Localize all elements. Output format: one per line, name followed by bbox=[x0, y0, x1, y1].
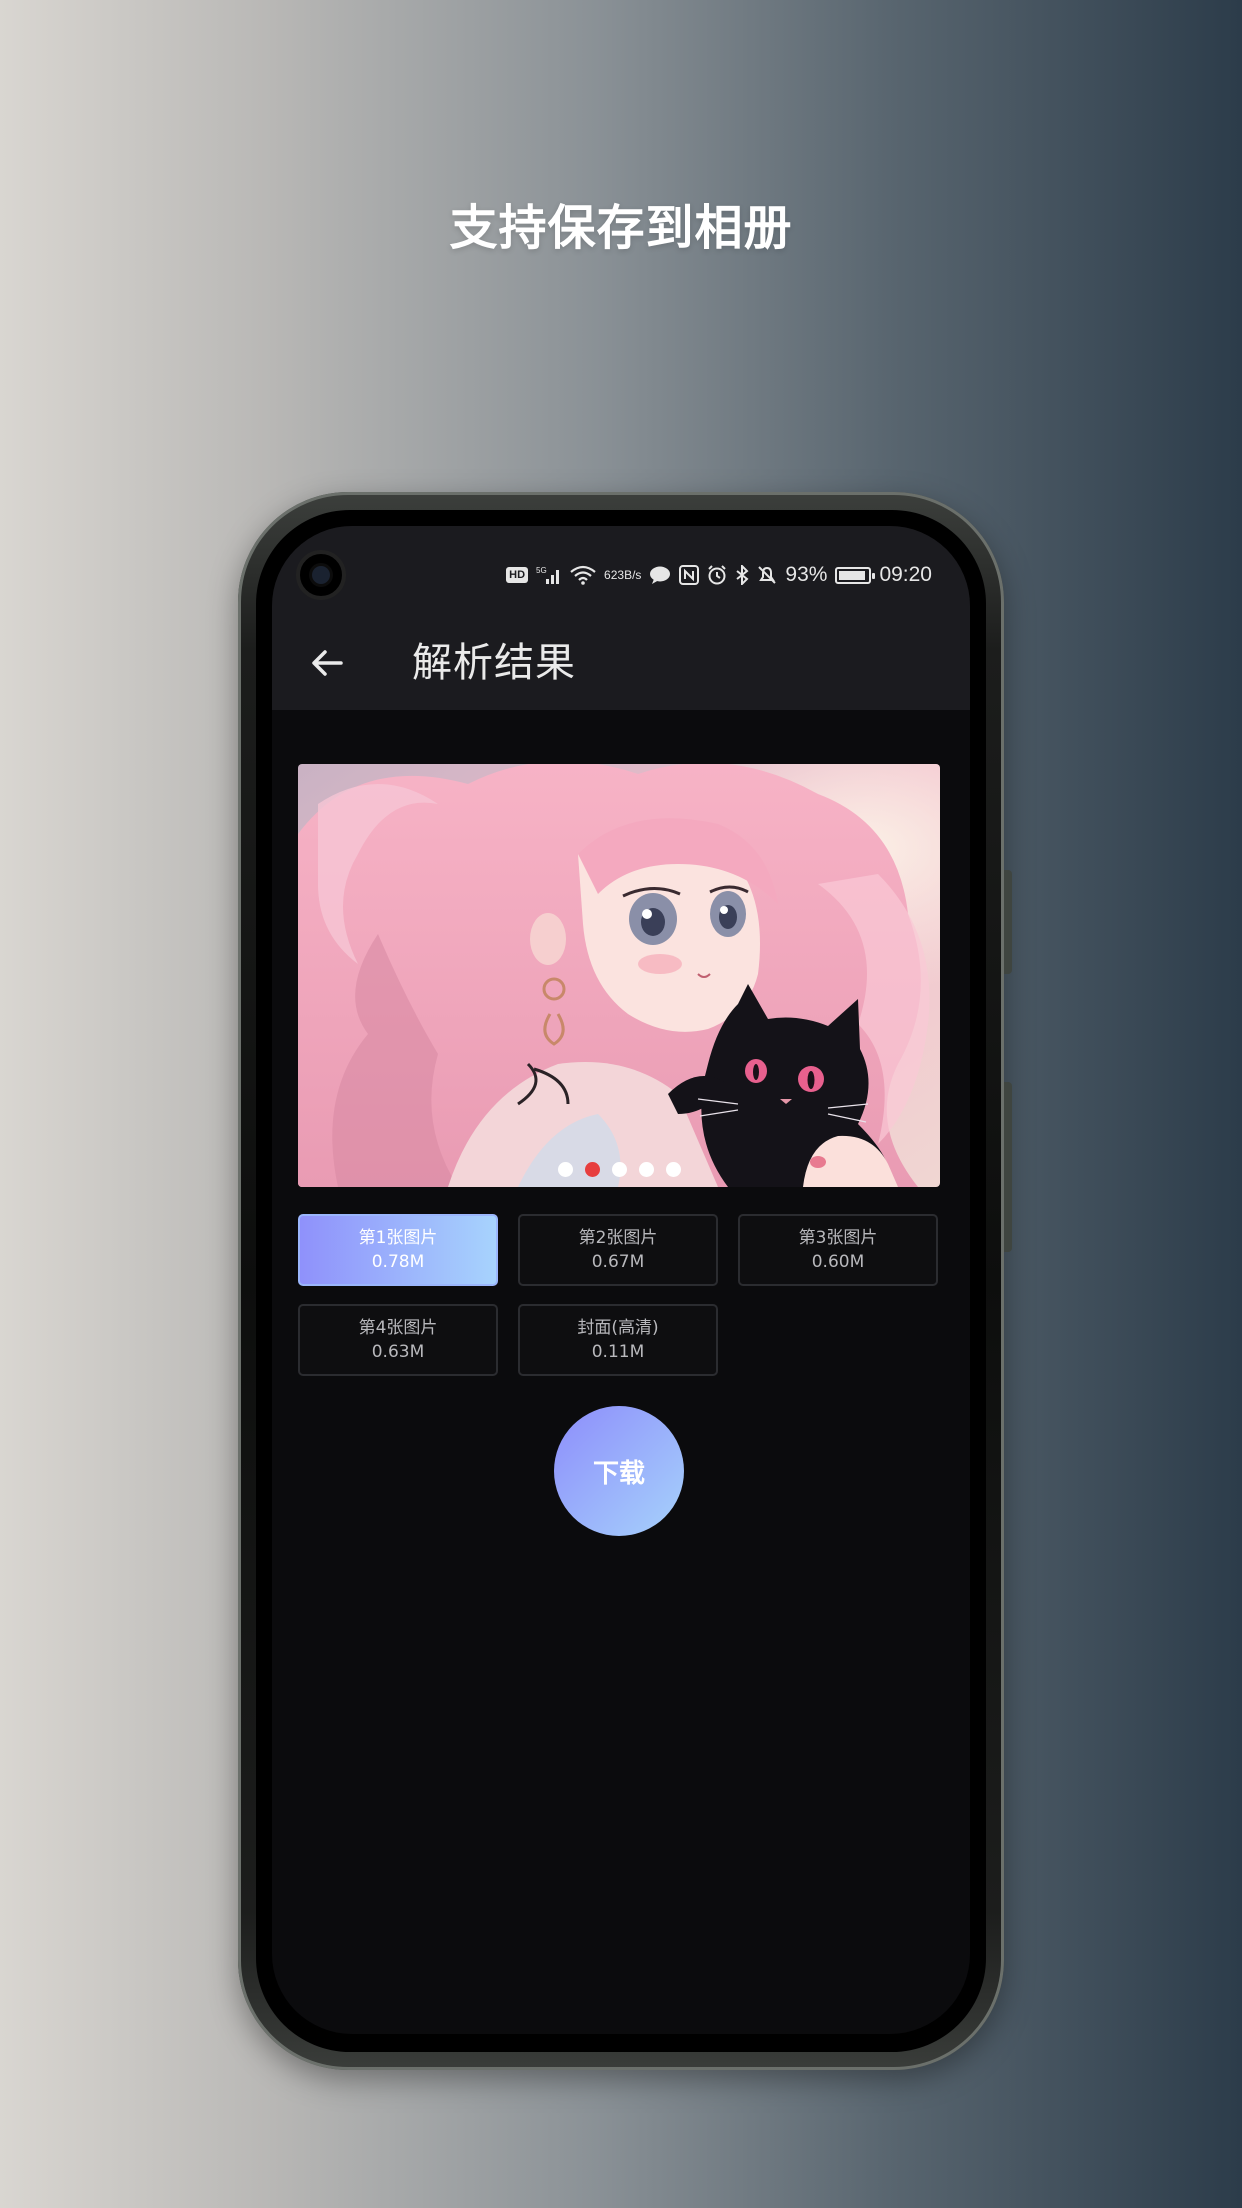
net-speed-value: 623 bbox=[604, 567, 625, 582]
back-button[interactable] bbox=[302, 638, 352, 688]
status-icons: HD 5G 623 B/s 93% 09:20 bbox=[506, 560, 932, 590]
carousel-dot[interactable] bbox=[611, 1162, 627, 1177]
carousel-dot[interactable] bbox=[557, 1162, 573, 1177]
app-bar: 解析结果 bbox=[272, 616, 970, 710]
image-option[interactable]: 第3张图片 0.60M bbox=[738, 1214, 938, 1286]
back-arrow-icon bbox=[312, 650, 343, 676]
image-option-label: 第2张图片 bbox=[578, 1228, 658, 1248]
net-speed-unit: B/s bbox=[624, 567, 642, 582]
carousel-dot[interactable] bbox=[584, 1162, 600, 1177]
image-option-label: 封面(高清) bbox=[577, 1318, 659, 1338]
carousel-dot[interactable] bbox=[665, 1162, 681, 1177]
hd-icon: HD bbox=[506, 567, 529, 583]
carousel-dot[interactable] bbox=[638, 1162, 654, 1177]
clock: 09:20 bbox=[879, 563, 932, 586]
carousel-dots bbox=[298, 1162, 940, 1177]
nfc-icon bbox=[679, 565, 700, 585]
mute-bell-icon bbox=[757, 565, 777, 585]
alarm-icon bbox=[707, 565, 727, 585]
image-option-label: 第3张图片 bbox=[798, 1228, 878, 1248]
power-button bbox=[1004, 1082, 1012, 1252]
signal-5g-icon: 5G bbox=[536, 565, 562, 585]
image-option[interactable]: 第2张图片 0.67M bbox=[518, 1214, 718, 1286]
page-title: 解析结果 bbox=[412, 640, 576, 686]
chat-bubble-icon bbox=[649, 565, 671, 585]
image-option-size: 0.11M bbox=[591, 1342, 645, 1362]
image-option-label: 第1张图片 bbox=[358, 1228, 438, 1248]
image-option[interactable]: 封面(高清) 0.11M bbox=[518, 1304, 718, 1376]
volume-button bbox=[1004, 870, 1012, 974]
image-option-size: 0.78M bbox=[371, 1252, 425, 1272]
promo-title: 支持保存到相册 bbox=[449, 200, 793, 256]
status-bar: HD 5G 623 B/s 93% 09:20 bbox=[272, 526, 970, 616]
battery-percent: 93% bbox=[785, 563, 828, 586]
image-option-size: 0.67M bbox=[591, 1252, 645, 1272]
image-option-label: 第4张图片 bbox=[358, 1318, 438, 1338]
image-option[interactable]: 第1张图片 0.78M bbox=[298, 1214, 498, 1286]
image-option-size: 0.63M bbox=[371, 1342, 425, 1362]
bluetooth-icon bbox=[735, 565, 749, 585]
battery-icon bbox=[835, 566, 876, 584]
net-speed: 623 B/s bbox=[604, 567, 642, 582]
app-screen: HD 5G 623 B/s 93% 09:20 解析结果 第1张图片 0.78M… bbox=[272, 526, 970, 2034]
download-button[interactable]: 下载 bbox=[554, 1406, 684, 1536]
anime-girl-with-cat-image bbox=[298, 764, 940, 1187]
phone-frame: HD 5G 623 B/s 93% 09:20 解析结果 第1张图片 0.78M… bbox=[238, 492, 1012, 2070]
image-option[interactable]: 第4张图片 0.63M bbox=[298, 1304, 498, 1376]
image-option-size: 0.60M bbox=[811, 1252, 865, 1272]
wifi-icon bbox=[570, 565, 596, 585]
front-camera bbox=[296, 550, 346, 600]
image-carousel[interactable] bbox=[298, 764, 940, 1187]
svg-text:5G: 5G bbox=[536, 566, 547, 575]
